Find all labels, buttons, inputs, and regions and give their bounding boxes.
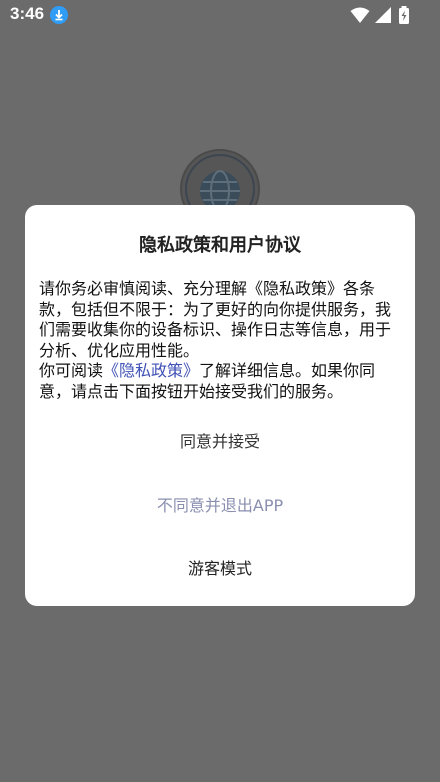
- dialog-body: 请你务必审慎阅读、充分理解《隐私政策》各条款，包括但不限于：为了更好的向你提供服…: [39, 279, 401, 402]
- accept-button[interactable]: 同意并接受: [25, 428, 415, 452]
- privacy-policy-link[interactable]: 《隐私政策》: [103, 361, 199, 380]
- signal-icon: [375, 7, 391, 23]
- wifi-icon: [350, 7, 370, 23]
- guest-mode-button[interactable]: 游客模式: [25, 555, 415, 579]
- dialog-title: 隐私政策和用户协议: [139, 235, 301, 256]
- read-prefix: 你可阅读: [39, 361, 104, 380]
- battery-icon: [399, 6, 409, 24]
- decline-exit-button[interactable]: 不同意并退出APP: [25, 492, 415, 516]
- privacy-paragraph: 请你务必审慎阅读、充分理解《隐私政策》各条款，包括但不限于：为了更好的向你提供服…: [39, 279, 392, 360]
- read-policy-paragraph: 你可阅读《隐私政策》了解详细信息。如果你同意，请点击下面按钮开始接受我们的服务。: [39, 361, 401, 402]
- download-icon: [50, 6, 68, 24]
- privacy-dialog: 隐私政策和用户协议 请你务必审慎阅读、充分理解《隐私政策》各条款，包括但不限于：…: [25, 205, 415, 606]
- status-bar: 3:46: [0, 0, 440, 30]
- status-time: 3:46: [10, 4, 45, 23]
